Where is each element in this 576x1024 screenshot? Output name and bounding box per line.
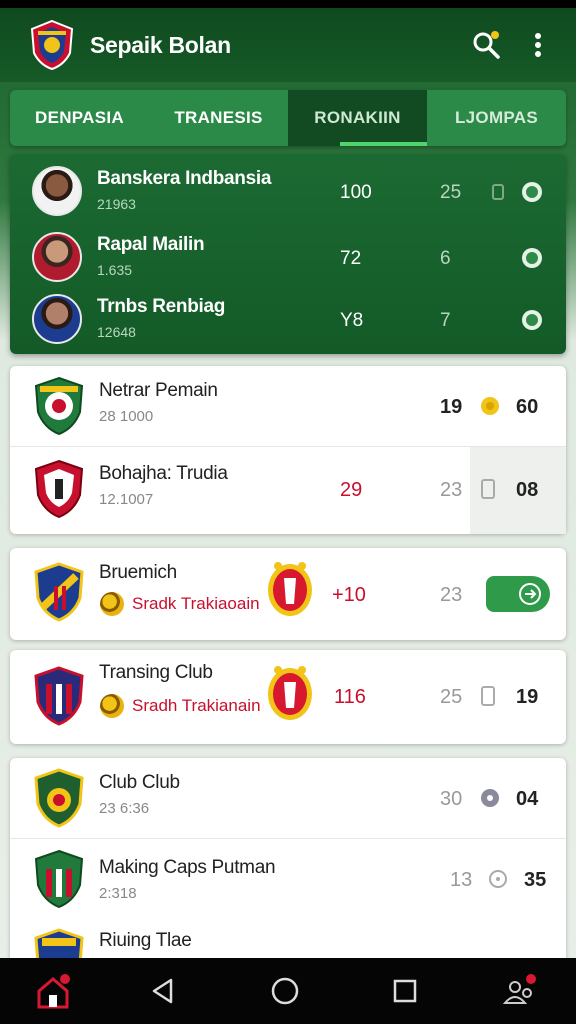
club-crest-icon — [34, 768, 84, 828]
player-name: Banskera Indbansia — [97, 168, 272, 189]
player-value: Y8 — [340, 310, 364, 331]
player-sub: 12648 — [97, 324, 136, 340]
player-value-secondary: 7 — [440, 310, 451, 331]
club-sub: 2:318 — [99, 885, 137, 902]
player-value: 72 — [340, 248, 362, 269]
club-stat: 23 — [440, 479, 463, 501]
club-card: Club Club 23 6:36 30 04 Making Caps Putm… — [10, 758, 566, 968]
club-highlight: Sradk Trakiaoain — [100, 592, 260, 616]
club-crest-icon — [34, 459, 84, 519]
club-row[interactable]: Club Club 23 6:36 30 04 — [10, 758, 566, 838]
back-icon[interactable] — [128, 958, 198, 1024]
status-bar — [0, 0, 576, 8]
player-name: Rapal Mailin — [97, 234, 205, 255]
club-card: Netrar Pemain 28 1000 19 60 Bohajha: Tru… — [10, 366, 566, 534]
player-sub: 21963 — [97, 196, 136, 212]
club-stat: 30 — [440, 788, 463, 810]
ball-icon — [100, 694, 124, 718]
player-avatar — [32, 294, 82, 344]
toggle-button[interactable] — [486, 576, 550, 612]
club-highlight-text: Sradh Trakianain — [132, 696, 261, 715]
club-name: Club Club — [99, 772, 180, 793]
club-goals: +10 — [332, 584, 366, 606]
club-stat: 25 — [440, 686, 463, 708]
check-circle-icon[interactable] — [520, 308, 544, 332]
club-card: Bruemich Sradk Trakiaoain +10 23 — [10, 548, 566, 640]
club-stat: 23 — [440, 584, 463, 606]
clock-icon — [489, 870, 507, 888]
club-sub: 23 6:36 — [99, 800, 150, 817]
featured-row[interactable]: Trnbs Renbiag 12648 Y8 7 — [10, 286, 566, 350]
search-icon[interactable] — [466, 25, 506, 65]
badge-icon[interactable] — [486, 180, 510, 204]
tab-ljompas[interactable]: LJOMPAS — [427, 90, 566, 146]
club-points: 19 — [516, 686, 539, 708]
club-row[interactable]: Making Caps Putman 2:318 13 35 — [10, 839, 566, 919]
club-highlight: Sradh Trakianain — [100, 694, 261, 718]
featured-players-panel: Banskera Indbansia 21963 100 25 Rapal Ma… — [10, 154, 566, 354]
tab-ronakiin[interactable]: RONAKIIN — [288, 90, 427, 146]
club-row[interactable]: Netrar Pemain 28 1000 19 60 — [10, 366, 566, 446]
check-circle-icon[interactable] — [520, 180, 544, 204]
arrow-icon — [519, 583, 541, 605]
club-points: 60 — [516, 396, 539, 418]
profile-group-icon[interactable] — [484, 958, 554, 1024]
club-name: Bruemich — [99, 562, 177, 583]
club-points: 04 — [516, 788, 539, 810]
badge-icon — [481, 686, 495, 706]
featured-row[interactable]: Rapal Mailin 1.635 72 6 — [10, 224, 566, 288]
club-name: Making Caps Putman — [99, 857, 276, 878]
club-card: Transing Club Sradh Trakianain 116 25 19 — [10, 650, 566, 744]
check-circle-icon[interactable] — [520, 246, 544, 270]
club-points: 08 — [516, 479, 539, 501]
club-name: Transing Club — [99, 662, 213, 683]
recent-apps-icon[interactable] — [370, 958, 440, 1024]
tab-denpasia[interactable]: DENPASIA — [10, 90, 149, 146]
home-circle-icon[interactable] — [250, 958, 320, 1024]
dot-icon — [481, 789, 499, 807]
club-row[interactable]: Bruemich Sradk Trakiaoain +10 23 — [10, 548, 566, 640]
player-value: 100 — [340, 182, 372, 203]
badge-icon — [481, 479, 495, 499]
player-avatar — [32, 232, 82, 282]
club-crest-icon — [34, 376, 84, 436]
player-value-secondary: 25 — [440, 182, 462, 203]
app-title: Sepaik Bolan — [90, 31, 231, 58]
app-logo[interactable] — [28, 19, 76, 71]
medal-icon — [268, 666, 312, 720]
club-highlight-text: Sradk Trakiaoain — [132, 594, 260, 613]
home-icon[interactable] — [18, 958, 88, 1024]
club-crest-icon — [34, 562, 84, 622]
player-value-secondary: 6 — [440, 248, 451, 269]
medal-icon — [268, 562, 312, 616]
club-points: 35 — [524, 869, 547, 891]
app-bar: Sepaik Bolan — [0, 8, 576, 82]
club-goals: 29 — [340, 479, 363, 501]
club-stat: 19 — [440, 396, 463, 418]
club-goals: 116 — [334, 686, 366, 708]
tab-bar: DENPASIA TRANESIS RONAKIIN LJOMPAS — [10, 90, 566, 146]
coin-icon — [481, 397, 499, 415]
tab-tranesis[interactable]: TRANESIS — [149, 90, 288, 146]
more-options-icon[interactable] — [518, 25, 558, 65]
club-crest-icon — [34, 666, 84, 726]
club-crest-icon — [34, 849, 84, 909]
player-avatar — [32, 166, 82, 216]
club-row[interactable]: Transing Club Sradh Trakianain 116 25 19 — [10, 650, 566, 744]
club-row[interactable]: Bohajha: Trudia 12.1007 29 23 08 — [10, 447, 566, 534]
club-stat: 13 — [450, 869, 473, 891]
club-name: Riuing Tlae — [99, 930, 192, 951]
player-sub: 1.635 — [97, 262, 133, 278]
player-name: Trnbs Renbiag — [97, 296, 226, 317]
club-sub: 28 1000 — [99, 408, 154, 425]
club-sub: 12.1007 — [99, 491, 154, 508]
ball-icon — [100, 592, 124, 616]
club-name: Netrar Pemain — [99, 380, 218, 401]
club-name: Bohajha: Trudia — [99, 463, 228, 484]
navigation-bar — [0, 958, 576, 1024]
featured-row[interactable]: Banskera Indbansia 21963 100 25 — [10, 158, 566, 222]
